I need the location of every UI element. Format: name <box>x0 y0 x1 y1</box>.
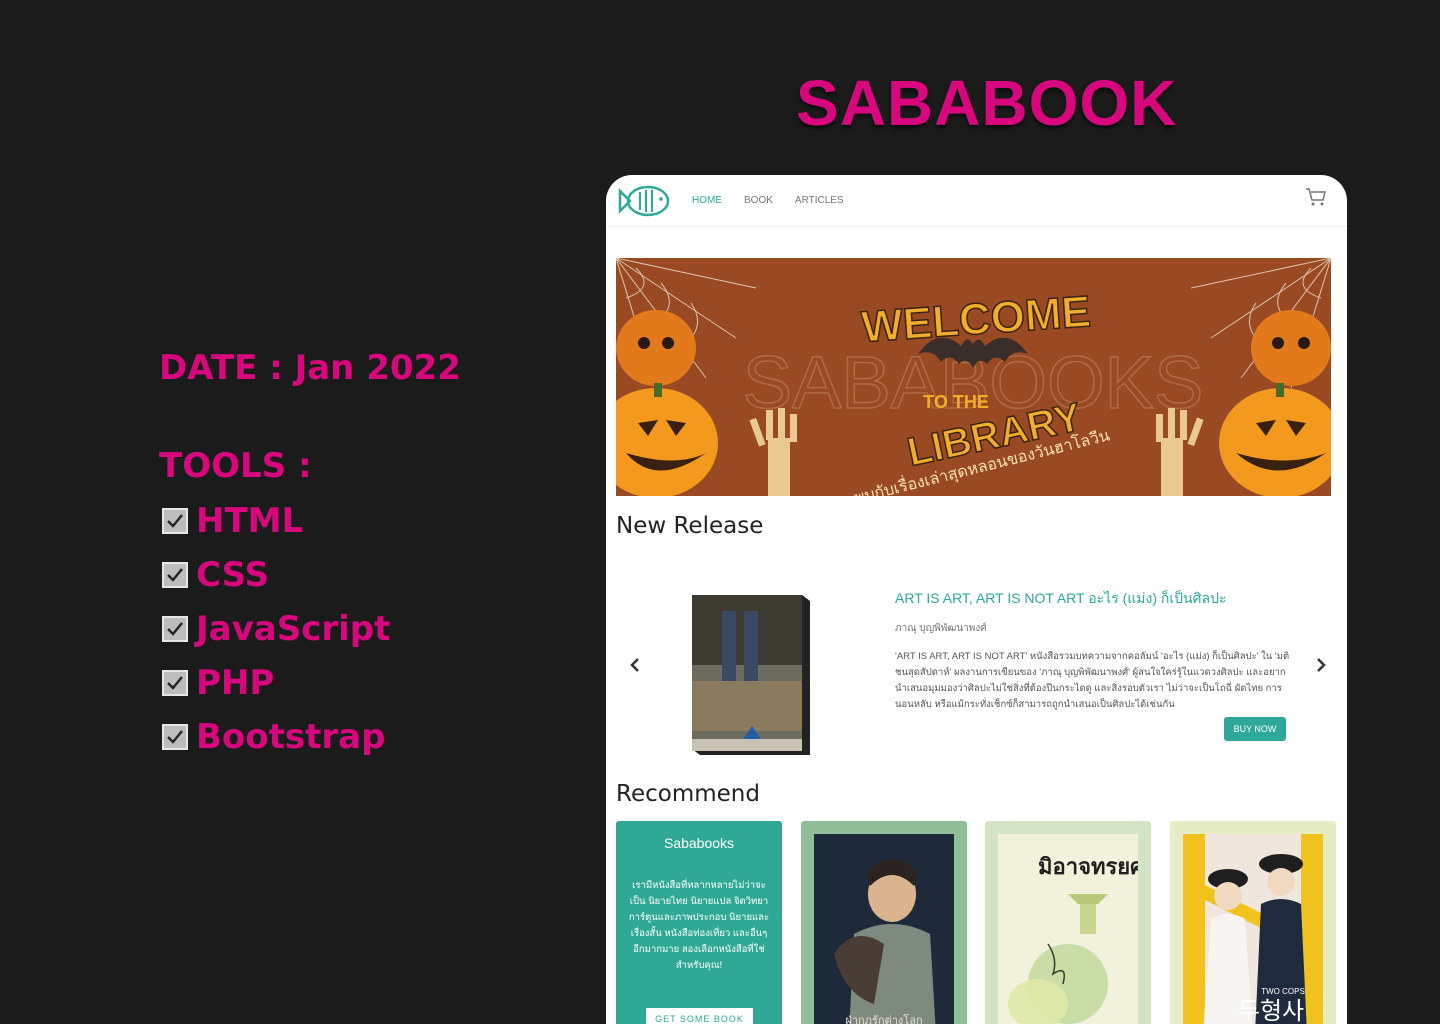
halloween-banner[interactable]: SABABOOKS WELCOME TO THE LIBRARY พบกับเร… <box>616 258 1331 496</box>
project-date: DATE : Jan 2022 <box>159 348 461 388</box>
tools-label: TOOLS : <box>159 446 312 486</box>
book-cover-title: ฝ่ากฎรักต่างโลก <box>845 1013 922 1024</box>
book-cover-title: มิอาจทรยศนาง <box>1038 855 1138 880</box>
carousel-prev-icon[interactable] <box>628 658 642 672</box>
tool-label: HTML <box>196 501 304 541</box>
checkbox-icon <box>162 562 188 588</box>
book-cover-image: ฝ่ากฎรักต่างโลก <box>814 834 954 1024</box>
recommend-intro-card: Sababooks เรามีหนังสือที่หลากหลายไม่ว่าจ… <box>616 821 782 1024</box>
recommend-book-card[interactable]: ฝ่ากฎรักต่างโลก <box>801 821 967 1024</box>
book-cover-title: 두형사 <box>1238 997 1304 1024</box>
checkbox-icon <box>162 508 188 534</box>
book-cover-image: TWO COPS 두형사 <box>1183 834 1323 1024</box>
book-cover-subtitle: TWO COPS <box>1261 987 1305 996</box>
checkbox-icon <box>162 724 188 750</box>
nav-book[interactable]: BOOK <box>744 195 773 206</box>
new-release-book-cover[interactable] <box>692 591 812 755</box>
checkbox-icon <box>162 670 188 696</box>
new-release-info: ART IS ART, ART IS NOT ART อะไร (แม่ง) ก… <box>895 588 1290 713</box>
cart-icon[interactable] <box>1305 187 1327 207</box>
tool-item: CSS <box>159 548 461 602</box>
tool-label: CSS <box>196 555 270 595</box>
get-some-book-button[interactable]: GET SOME BOOK <box>646 1008 753 1024</box>
book-cover-image: มิอาจทรยศนาง <box>998 834 1138 1024</box>
recommend-book-card[interactable]: มิอาจทรยศนาง <box>985 821 1151 1024</box>
navbar: HOME BOOK ARTICLES <box>606 175 1347 227</box>
recommend-book-card[interactable]: TWO COPS 두형사 <box>1170 821 1336 1024</box>
tool-label: PHP <box>196 663 275 703</box>
new-release-heading: New Release <box>616 513 764 539</box>
nav-articles[interactable]: ARTICLES <box>795 195 844 206</box>
project-title: SABABOOK <box>796 67 1178 139</box>
tool-item: HTML <box>159 494 461 548</box>
tool-label: JavaScript <box>196 609 391 649</box>
checkbox-icon <box>162 616 188 642</box>
tools-list: HTML CSS JavaScript PHP Bootstrap <box>159 494 461 764</box>
banner-line2: TO THE <box>923 392 989 412</box>
recommend-heading: Recommend <box>616 781 760 807</box>
intro-card-description: เรามีหนังสือที่หลากหลายไม่ว่าจะเป็น นิยา… <box>628 880 770 971</box>
intro-card-title: Sababooks <box>663 835 735 851</box>
tool-item: Bootstrap <box>159 710 461 764</box>
book-author: ภาณุ บุญพิพัฒนาพงศ์ <box>895 623 987 634</box>
project-meta: DATE : Jan 2022 TOOLS : HTML CSS JavaScr… <box>159 348 461 764</box>
buy-now-button[interactable]: BUY NOW <box>1224 717 1286 741</box>
book-description: 'ART IS ART, ART IS NOT ART' หนังสือรวมบ… <box>895 651 1290 710</box>
tool-label: Bootstrap <box>196 717 386 757</box>
tool-item: JavaScript <box>159 602 461 656</box>
tool-item: PHP <box>159 656 461 710</box>
fish-logo-icon[interactable] <box>616 183 672 219</box>
nav-home[interactable]: HOME <box>692 195 722 206</box>
website-preview: HOME BOOK ARTICLES SABABOOKS WELCOME TO … <box>606 175 1347 1024</box>
banner-illustration: SABABOOKS WELCOME TO THE LIBRARY พบกับเร… <box>616 258 1331 496</box>
carousel-next-icon[interactable] <box>1314 658 1328 672</box>
book-title[interactable]: ART IS ART, ART IS NOT ART อะไร (แม่ง) ก… <box>895 588 1290 610</box>
